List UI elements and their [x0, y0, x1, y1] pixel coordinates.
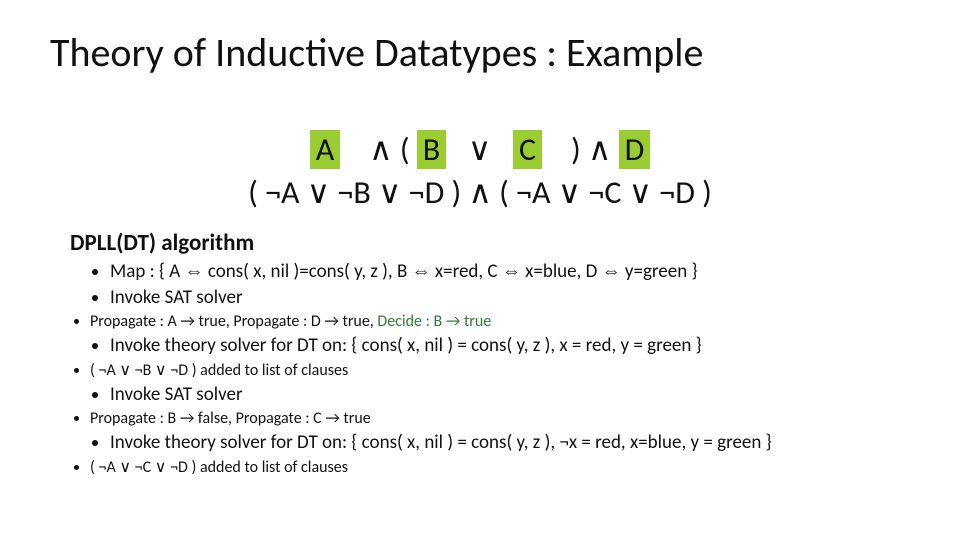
bullet-list: Map : { A ⇔ cons( x, nil )=cons( y, z ),… — [110, 260, 910, 309]
bullet-invoke-sat-1: Invoke SAT solver — [110, 286, 910, 309]
subheading: DPLL(DT) algorithm — [70, 229, 910, 257]
sub-bullet-clause-2: ( ¬A ∨ ¬C ∨ ¬D ) added to list of clause… — [90, 457, 910, 477]
var-C: C — [513, 130, 542, 169]
op-and-open: ∧ ( — [369, 130, 417, 169]
sub-bullet-list-4: ( ¬A ∨ ¬C ∨ ¬D ) added to list of clause… — [90, 457, 910, 477]
bullet-list-3: Invoke SAT solver — [110, 383, 910, 406]
op-or: ∨ — [446, 130, 513, 169]
propagate-text: Propagate : A → true, Propagate : D → tr… — [90, 312, 377, 331]
bullet-list-2: Invoke theory solver for DT on: { cons( … — [110, 334, 910, 357]
slide: Theory of Inductive Datatypes : Example … — [0, 0, 960, 540]
bullet-theory-1: Invoke theory solver for DT on: { cons( … — [110, 334, 910, 357]
decide-text: Decide : B → true — [377, 312, 491, 331]
sub-bullet-clause-1: ( ¬A ∨ ¬B ∨ ¬D ) added to list of clause… — [90, 360, 910, 380]
bullet-list-4: Invoke theory solver for DT on: { cons( … — [110, 431, 910, 454]
sub-bullet-list-3: Propagate : B → false, Propagate : C → t… — [90, 409, 910, 428]
bullet-theory-2: Invoke theory solver for DT on: { cons( … — [110, 431, 910, 454]
sub-bullet-list-1: Propagate : A → true, Propagate : D → tr… — [90, 312, 910, 331]
var-A: A — [310, 130, 341, 169]
op-close-and: ) ∧ — [542, 130, 619, 169]
var-D: D — [619, 130, 651, 169]
bullet-map: Map : { A ⇔ cons( x, nil )=cons( y, z ),… — [110, 260, 910, 283]
formula-line-2: ( ¬A ∨ ¬B ∨ ¬D ) ∧ ( ¬A ∨ ¬C ∨ ¬D ) — [248, 173, 712, 212]
body: DPLL(DT) algorithm Map : { A ⇔ cons( x, … — [50, 229, 910, 477]
sub-bullet-propagate-decide: Propagate : A → true, Propagate : D → tr… — [90, 312, 910, 331]
formula-line-1: A ∧ ( B ∨ C ) ∧ D ( ¬A ∨ ¬B ∨ ¬D ) ∧ ( ¬… — [50, 85, 910, 215]
bullet-invoke-sat-2: Invoke SAT solver — [110, 383, 910, 406]
sub-bullet-propagate-2: Propagate : B → false, Propagate : C → t… — [90, 409, 910, 428]
sub-bullet-list-2: ( ¬A ∨ ¬B ∨ ¬D ) added to list of clause… — [90, 360, 910, 380]
var-B: B — [417, 130, 446, 169]
slide-title: Theory of Inductive Datatypes : Example — [50, 28, 910, 77]
